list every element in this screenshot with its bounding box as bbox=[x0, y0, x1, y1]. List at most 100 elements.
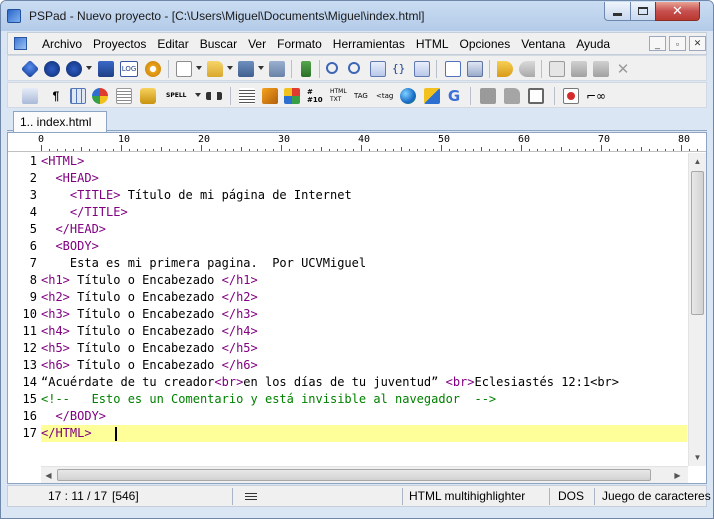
chevron-down-icon[interactable] bbox=[86, 66, 92, 70]
charset[interactable]: Juego de caracteres bbox=[602, 489, 711, 503]
save-all-icon[interactable] bbox=[269, 61, 285, 77]
redo-icon[interactable] bbox=[519, 61, 535, 77]
code-line[interactable]: </HTML> bbox=[41, 425, 687, 442]
copy-icon[interactable] bbox=[571, 61, 587, 77]
menu-ayuda[interactable]: Ayuda bbox=[576, 37, 610, 51]
scroll-left-icon[interactable]: ◀ bbox=[42, 468, 55, 482]
preview-icon[interactable] bbox=[445, 61, 461, 77]
code-line[interactable]: <TITLE> Título de mi página de Internet bbox=[41, 187, 687, 204]
code-line[interactable]: Esta es mi primera pagina. Por UCVMiguel bbox=[41, 255, 687, 272]
list-icon[interactable] bbox=[116, 88, 132, 104]
print-icon[interactable] bbox=[467, 61, 483, 77]
tag-icon[interactable]: TAG bbox=[354, 88, 372, 104]
close-button[interactable]: ✕ bbox=[655, 2, 700, 21]
pilcrow-icon[interactable]: ¶ bbox=[48, 88, 64, 104]
tab-index-html[interactable]: 1.. index.html bbox=[13, 111, 107, 132]
macro-icon[interactable] bbox=[414, 61, 430, 77]
palette-icon[interactable] bbox=[284, 88, 300, 104]
close-project-icon[interactable] bbox=[98, 61, 114, 77]
block2-icon[interactable] bbox=[504, 88, 520, 104]
bookmark-icon[interactable] bbox=[206, 92, 222, 100]
chevron-down-icon[interactable] bbox=[227, 66, 233, 70]
cut-icon[interactable] bbox=[549, 61, 565, 77]
format-icon[interactable] bbox=[22, 88, 38, 104]
spell-icon[interactable]: SPELL bbox=[166, 88, 194, 104]
glasses-icon[interactable]: ⌐∞ bbox=[586, 88, 606, 104]
colors-icon[interactable] bbox=[92, 88, 108, 104]
menu-editar[interactable]: Editar bbox=[157, 37, 188, 51]
maximize-button[interactable] bbox=[630, 2, 656, 21]
code-line[interactable]: </BODY> bbox=[41, 408, 687, 425]
record-icon[interactable] bbox=[563, 88, 579, 104]
mdi-minimize-button[interactable]: _ bbox=[649, 36, 666, 51]
vertical-scroll-thumb[interactable] bbox=[691, 171, 704, 315]
box-icon[interactable] bbox=[262, 88, 278, 104]
braces-icon[interactable]: {} bbox=[392, 61, 408, 77]
mdi-restore-button[interactable]: ▫ bbox=[669, 36, 686, 51]
validate-icon[interactable] bbox=[424, 88, 440, 104]
numbering-icon[interactable]: # #10 bbox=[307, 88, 323, 104]
log-icon[interactable]: LOG bbox=[120, 61, 138, 77]
chevron-down-icon[interactable] bbox=[196, 66, 202, 70]
code-line[interactable]: <h6> Título o Encabezado </h6> bbox=[41, 357, 687, 374]
horizontal-scroll-thumb[interactable] bbox=[57, 469, 651, 481]
code-line[interactable]: </HEAD> bbox=[41, 221, 687, 238]
save-project-icon[interactable] bbox=[66, 61, 82, 77]
menu-herramientas[interactable]: Herramientas bbox=[333, 37, 405, 51]
chevron-down-icon[interactable] bbox=[195, 93, 201, 97]
find-icon[interactable] bbox=[326, 62, 338, 74]
scroll-right-icon[interactable]: ▶ bbox=[671, 468, 684, 482]
code-editor[interactable]: 0 10 20 30 40 50 60 70 80 1 2 3 4 5 6 7 8 9 10 11 12 13 14 15 1… bbox=[7, 132, 707, 484]
code-line[interactable]: <BODY> bbox=[41, 238, 687, 255]
code-line[interactable]: <h1> Título o Encabezado </h1> bbox=[41, 272, 687, 289]
menu-ventana[interactable]: Ventana bbox=[521, 37, 565, 51]
mdi-close-button[interactable]: ✕ bbox=[689, 36, 706, 51]
paste-icon[interactable] bbox=[593, 61, 609, 77]
code-line[interactable]: <HTML> bbox=[41, 153, 687, 170]
menu-html[interactable]: HTML bbox=[416, 37, 449, 51]
document-menu-icon[interactable] bbox=[14, 37, 27, 50]
new-file-icon[interactable] bbox=[176, 61, 192, 77]
google-icon[interactable]: G bbox=[446, 88, 462, 104]
table-icon[interactable] bbox=[70, 88, 86, 104]
lock-icon[interactable] bbox=[140, 88, 156, 104]
compile-icon[interactable] bbox=[301, 61, 311, 77]
menu-buscar[interactable]: Buscar bbox=[200, 37, 237, 51]
chevron-down-icon[interactable] bbox=[258, 66, 264, 70]
code-line[interactable]: <HEAD> bbox=[41, 170, 687, 187]
vertical-scrollbar[interactable]: ▲ ▼ bbox=[688, 153, 706, 466]
menu-formato[interactable]: Formato bbox=[277, 37, 322, 51]
code-line[interactable]: <h3> Título o Encabezado </h3> bbox=[41, 306, 687, 323]
window-icon[interactable] bbox=[528, 88, 544, 104]
code-line[interactable]: <h2> Título o Encabezado </h2> bbox=[41, 289, 687, 306]
menu-ver[interactable]: Ver bbox=[248, 37, 266, 51]
settings-icon[interactable] bbox=[145, 61, 161, 77]
code-line[interactable]: <!-- Esto es un Comentario y está invisi… bbox=[41, 391, 687, 408]
delete-icon[interactable]: ✕ bbox=[615, 61, 631, 77]
find-in-files-icon[interactable] bbox=[370, 61, 386, 77]
globe-icon[interactable] bbox=[400, 88, 416, 104]
undo-icon[interactable] bbox=[497, 61, 513, 77]
code-area[interactable]: <HTML> <HEAD> <TITLE> Título de mi págin… bbox=[41, 153, 687, 466]
stop-icon[interactable] bbox=[20, 59, 40, 79]
code-line[interactable]: <h4> Título o Encabezado </h4> bbox=[41, 323, 687, 340]
indent-icon[interactable] bbox=[239, 88, 255, 104]
scroll-up-icon[interactable]: ▲ bbox=[691, 154, 704, 168]
menu-proyectos[interactable]: Proyectos bbox=[93, 37, 146, 51]
open-project-icon[interactable] bbox=[44, 61, 60, 77]
highlighter-name[interactable]: HTML multihighlighter bbox=[409, 489, 525, 503]
horizontal-scrollbar[interactable]: ◀ ▶ bbox=[41, 466, 688, 483]
menu-opciones[interactable]: Opciones bbox=[460, 37, 511, 51]
line-ending[interactable]: DOS bbox=[558, 489, 584, 503]
pspad-app-icon[interactable] bbox=[7, 9, 21, 23]
minimize-button[interactable] bbox=[604, 2, 631, 21]
open-file-icon[interactable] bbox=[207, 61, 223, 77]
tag-select-icon[interactable]: <tag bbox=[376, 88, 394, 104]
block1-icon[interactable] bbox=[480, 88, 496, 104]
replace-icon[interactable] bbox=[348, 62, 360, 74]
save-file-icon[interactable] bbox=[238, 61, 254, 77]
menu-archivo[interactable]: Archivo bbox=[42, 37, 82, 51]
scroll-down-icon[interactable]: ▼ bbox=[691, 450, 704, 464]
code-line[interactable]: </TITLE> bbox=[41, 204, 687, 221]
code-line[interactable]: <h5> Título o Encabezado </h5> bbox=[41, 340, 687, 357]
